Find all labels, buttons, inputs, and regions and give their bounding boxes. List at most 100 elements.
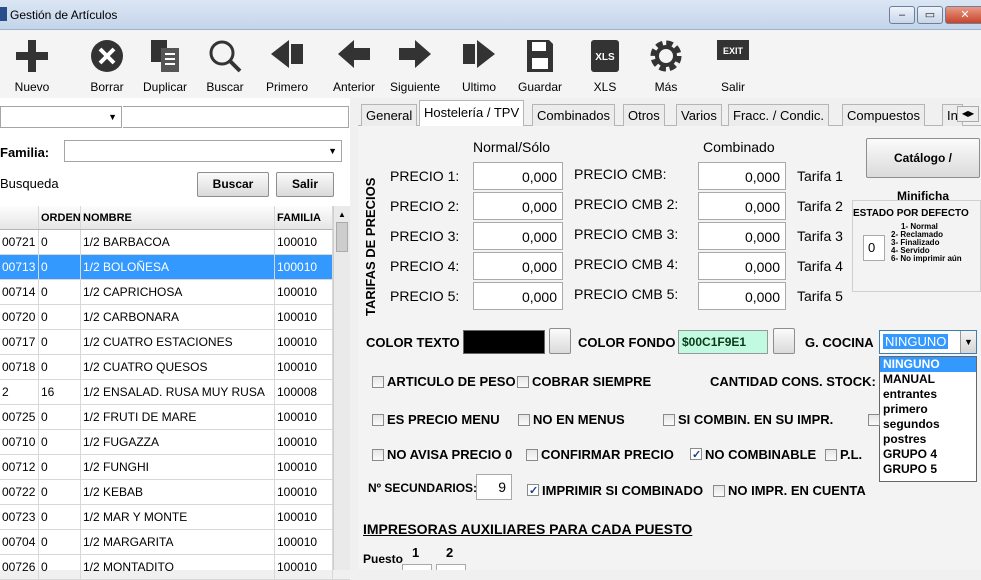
cell-orden[interactable]: 0 — [39, 455, 81, 479]
precio-cmb-input[interactable]: 0,000 — [698, 192, 786, 220]
buscar-toolbar-button[interactable]: Buscar — [200, 30, 250, 98]
cell-nombre[interactable]: 1/2 ENSALAD. RUSA MUY RUSA — [81, 380, 275, 404]
checkbox-box[interactable] — [517, 376, 529, 388]
table-row[interactable]: 00717 0 1/2 CUATRO ESTACIONES 100010 — [0, 330, 350, 355]
cell-nombre[interactable]: 1/2 CAPRICHOSA — [81, 280, 275, 304]
grid-scrollbar[interactable]: ▲ — [333, 206, 350, 570]
precio-input[interactable]: 0,000 — [473, 222, 563, 250]
anterior-button[interactable]: Anterior — [326, 30, 382, 98]
tab-scroll-arrows[interactable]: ◀▶ — [957, 106, 979, 122]
precio-cmb-input[interactable]: 0,000 — [698, 252, 786, 280]
tab-hosteleria[interactable]: Hostelería / TPV — [419, 100, 525, 127]
scroll-thumb[interactable] — [336, 222, 348, 252]
precio-input[interactable]: 0,000 — [473, 192, 563, 220]
close-button[interactable]: ✕ — [945, 6, 981, 24]
cell-orden[interactable]: 0 — [39, 480, 81, 504]
table-row[interactable]: 00713 0 1/2 BOLOÑESA 100010 — [0, 255, 350, 280]
checkbox-box[interactable] — [825, 449, 837, 461]
dropdown-option[interactable]: postres — [880, 432, 976, 447]
cell-orden[interactable]: 0 — [39, 330, 81, 354]
cell-nombre[interactable]: 1/2 KEBAB — [81, 480, 275, 504]
col-familia-header[interactable]: FAMILIA — [275, 206, 333, 229]
dropdown-option[interactable]: MANUAL — [880, 372, 976, 387]
tab-varios[interactable]: Varios — [676, 104, 722, 126]
cell-nombre[interactable]: 1/2 MONTADITO — [81, 555, 275, 579]
cell-orden[interactable]: 0 — [39, 405, 81, 429]
primero-button[interactable]: Primero — [258, 30, 316, 98]
guardar-button[interactable]: Guardar — [512, 30, 568, 98]
table-row[interactable]: 00720 0 1/2 CARBONARA 100010 — [0, 305, 350, 330]
cell-nombre[interactable]: 1/2 FRUTI DE MARE — [81, 405, 275, 429]
cell-nombre[interactable]: 1/2 MAR Y MONTE — [81, 505, 275, 529]
no-avisa-checkbox[interactable]: NO AVISA PRECIO 0 — [372, 447, 512, 462]
table-row[interactable]: 00723 0 1/2 MAR Y MONTE 100010 — [0, 505, 350, 530]
ultimo-button[interactable]: Ultimo — [454, 30, 504, 98]
es-precio-menu-checkbox[interactable]: ES PRECIO MENU — [372, 412, 500, 427]
puesto-2-input[interactable] — [436, 564, 466, 570]
cell-orden[interactable]: 0 — [39, 255, 81, 279]
checkbox-box[interactable] — [526, 449, 538, 461]
cell-orden[interactable]: 0 — [39, 230, 81, 254]
estado-input[interactable]: 0 — [863, 235, 885, 261]
table-row[interactable]: 00714 0 1/2 CAPRICHOSA 100010 — [0, 280, 350, 305]
precio-input[interactable]: 0,000 — [473, 162, 563, 190]
cell-familia[interactable]: 100010 — [275, 330, 333, 354]
cell-code[interactable]: 00718 — [0, 355, 39, 379]
articulo-peso-checkbox[interactable]: ARTICULO DE PESO — [372, 374, 516, 389]
cell-nombre[interactable]: 1/2 BOLOÑESA — [81, 255, 275, 279]
salir-toolbar-button[interactable]: EXIT Salir — [708, 30, 758, 98]
dropdown-option[interactable]: segundos — [880, 417, 976, 432]
pl-checkbox[interactable]: P.L. — [825, 447, 862, 462]
cell-code[interactable]: 00714 — [0, 280, 39, 304]
cell-code[interactable]: 00726 — [0, 555, 39, 579]
cell-familia[interactable]: 100010 — [275, 405, 333, 429]
cell-nombre[interactable]: 1/2 FUGAZZA — [81, 430, 275, 454]
cell-familia[interactable]: 100010 — [275, 505, 333, 529]
minimize-button[interactable]: – — [889, 6, 915, 24]
mas-button[interactable]: Más — [641, 30, 691, 98]
g-cocina-select[interactable]: NINGUNO ▼ — [879, 330, 977, 354]
imprimir-si-combinado-checkbox[interactable]: IMPRIMIR SI COMBINADO — [527, 483, 703, 498]
g-cocina-dropdown[interactable]: NINGUNO MANUAL entrantes primero segundos pos… — [879, 356, 977, 482]
tab-combinados[interactable]: Combinados — [532, 104, 615, 126]
checkbox-box[interactable] — [372, 449, 384, 461]
cell-familia[interactable]: 100010 — [275, 280, 333, 304]
table-row[interactable]: 00710 0 1/2 FUGAZZA 100010 — [0, 430, 350, 455]
checkbox-box[interactable] — [690, 448, 702, 460]
dropdown-option[interactable]: GRUPO 4 — [880, 447, 976, 462]
cell-orden[interactable]: 0 — [39, 505, 81, 529]
partial-checkbox[interactable] — [868, 414, 880, 426]
cell-orden[interactable]: 0 — [39, 280, 81, 304]
cell-nombre[interactable]: 1/2 BARBACOA — [81, 230, 275, 254]
table-row[interactable]: 00721 0 1/2 BARBACOA 100010 — [0, 230, 350, 255]
cell-familia[interactable]: 100010 — [275, 230, 333, 254]
cell-nombre[interactable]: 1/2 CUATRO ESTACIONES — [81, 330, 275, 354]
confirmar-precio-checkbox[interactable]: CONFIRMAR PRECIO — [526, 447, 674, 462]
col-nombre-header[interactable]: NOMBRE — [81, 206, 275, 229]
cell-code[interactable]: 00710 — [0, 430, 39, 454]
table-row[interactable]: 00726 0 1/2 MONTADITO 100010 — [0, 555, 350, 580]
tab-general[interactable]: General — [361, 104, 418, 126]
cell-nombre[interactable]: 1/2 CUATRO QUESOS — [81, 355, 275, 379]
no-en-menus-checkbox[interactable]: NO EN MENUS — [518, 412, 625, 427]
table-row[interactable]: 00725 0 1/2 FRUTI DE MARE 100010 — [0, 405, 350, 430]
maximize-button[interactable]: ▭ — [917, 6, 943, 24]
tab-compuestos[interactable]: Compuestos — [842, 104, 925, 126]
salir-button[interactable]: Salir — [276, 172, 334, 197]
checkbox-box[interactable] — [372, 414, 384, 426]
color-fondo-picker-button[interactable] — [773, 328, 795, 354]
precio-input[interactable]: 0,000 — [473, 282, 563, 310]
cell-familia[interactable]: 100010 — [275, 305, 333, 329]
cell-familia[interactable]: 100010 — [275, 455, 333, 479]
secundarios-input[interactable]: 9 — [476, 474, 512, 500]
cell-orden[interactable]: 0 — [39, 530, 81, 554]
checkbox-box[interactable] — [713, 485, 725, 497]
cell-nombre[interactable]: 1/2 MARGARITA — [81, 530, 275, 554]
table-row[interactable]: 00722 0 1/2 KEBAB 100010 — [0, 480, 350, 505]
table-row[interactable]: 00704 0 1/2 MARGARITA 100010 — [0, 530, 350, 555]
cell-familia[interactable]: 100008 — [275, 380, 333, 404]
cell-orden[interactable]: 0 — [39, 355, 81, 379]
borrar-button[interactable]: Borrar — [82, 30, 132, 98]
precio-cmb-input[interactable]: 0,000 — [698, 222, 786, 250]
cell-orden[interactable]: 0 — [39, 430, 81, 454]
